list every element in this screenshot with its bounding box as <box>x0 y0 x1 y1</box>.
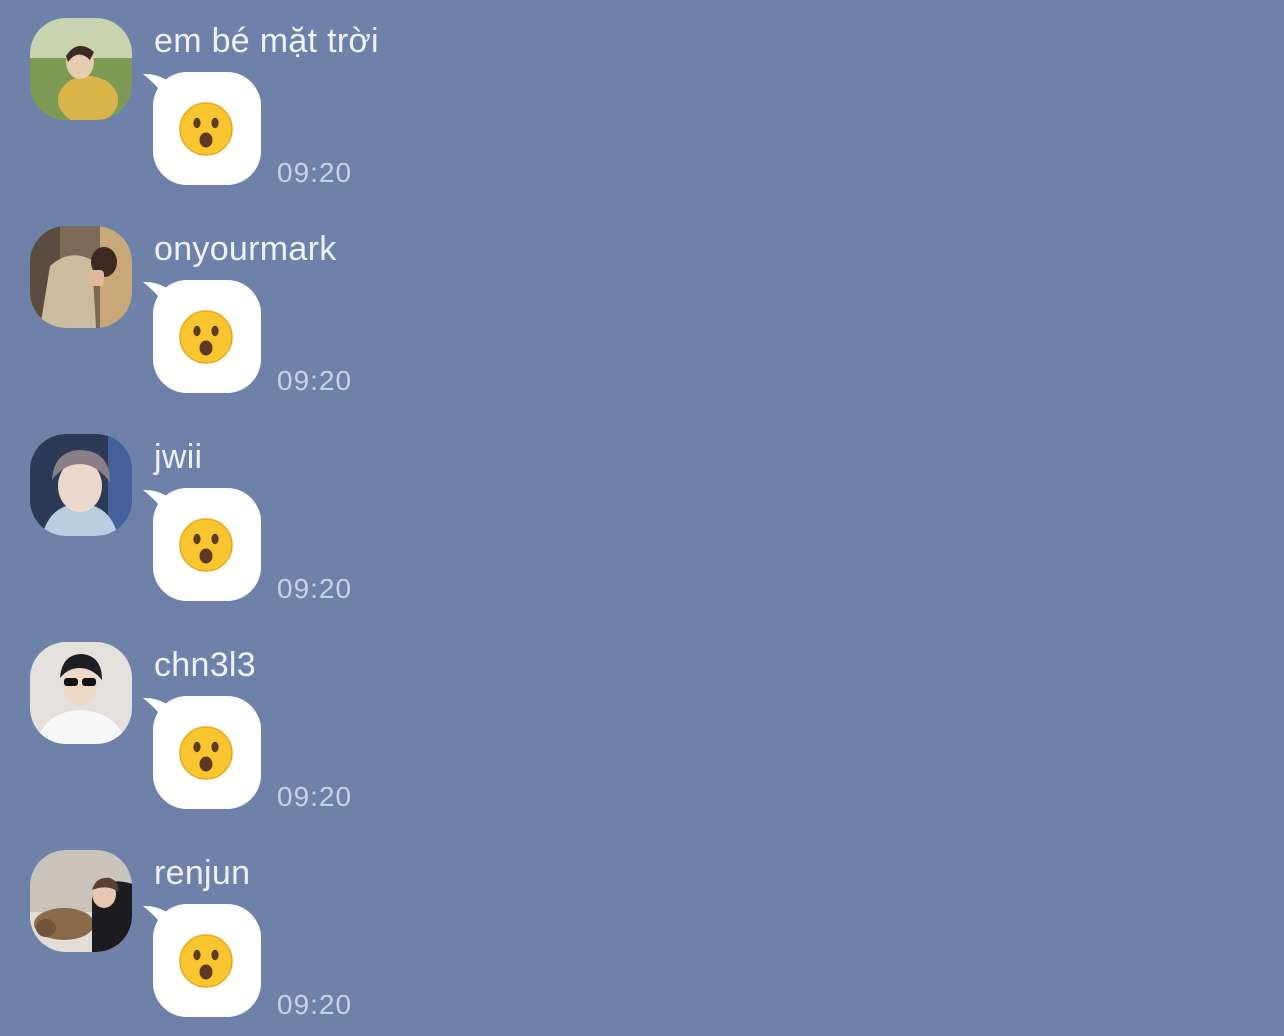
hushed-face-emoji-icon <box>179 726 233 780</box>
hushed-face-emoji-icon <box>179 102 233 156</box>
sender-name: onyourmark <box>154 230 337 268</box>
avatar-photo-icon <box>30 642 132 744</box>
avatar-photo-icon <box>30 18 132 120</box>
avatar-photo-icon <box>30 226 132 328</box>
message-timestamp: 09:20 <box>277 157 353 188</box>
message-bubble[interactable] <box>153 72 261 185</box>
message-row: em bé mặt trời 09:20 <box>0 0 600 200</box>
hushed-face-emoji-icon <box>179 934 233 988</box>
message-timestamp: 09:20 <box>277 989 353 1020</box>
chat-message-list[interactable]: em bé mặt trời 09:20 onyourmark 09:20 jw… <box>0 0 1284 1036</box>
sender-avatar[interactable] <box>30 226 132 328</box>
message-timestamp: 09:20 <box>277 573 353 604</box>
message-row: renjun 09:20 <box>0 832 600 1032</box>
message-bubble[interactable] <box>153 488 261 601</box>
sender-name: renjun <box>154 854 251 892</box>
sender-name: em bé mặt trời <box>154 22 379 60</box>
message-timestamp: 09:20 <box>277 365 353 396</box>
avatar-photo-icon <box>30 434 132 536</box>
message-row: chn3l3 09:20 <box>0 624 600 824</box>
sender-name: chn3l3 <box>154 646 256 684</box>
message-bubble[interactable] <box>153 280 261 393</box>
sender-avatar[interactable] <box>30 642 132 744</box>
message-bubble[interactable] <box>153 904 261 1017</box>
sender-avatar[interactable] <box>30 18 132 120</box>
message-row: jwii 09:20 <box>0 416 600 616</box>
message-bubble[interactable] <box>153 696 261 809</box>
sender-avatar[interactable] <box>30 850 132 952</box>
sender-avatar[interactable] <box>30 434 132 536</box>
hushed-face-emoji-icon <box>179 518 233 572</box>
message-timestamp: 09:20 <box>277 781 353 812</box>
hushed-face-emoji-icon <box>179 310 233 364</box>
sender-name: jwii <box>154 438 203 476</box>
avatar-photo-icon <box>30 850 132 952</box>
message-row: onyourmark 09:20 <box>0 208 600 408</box>
